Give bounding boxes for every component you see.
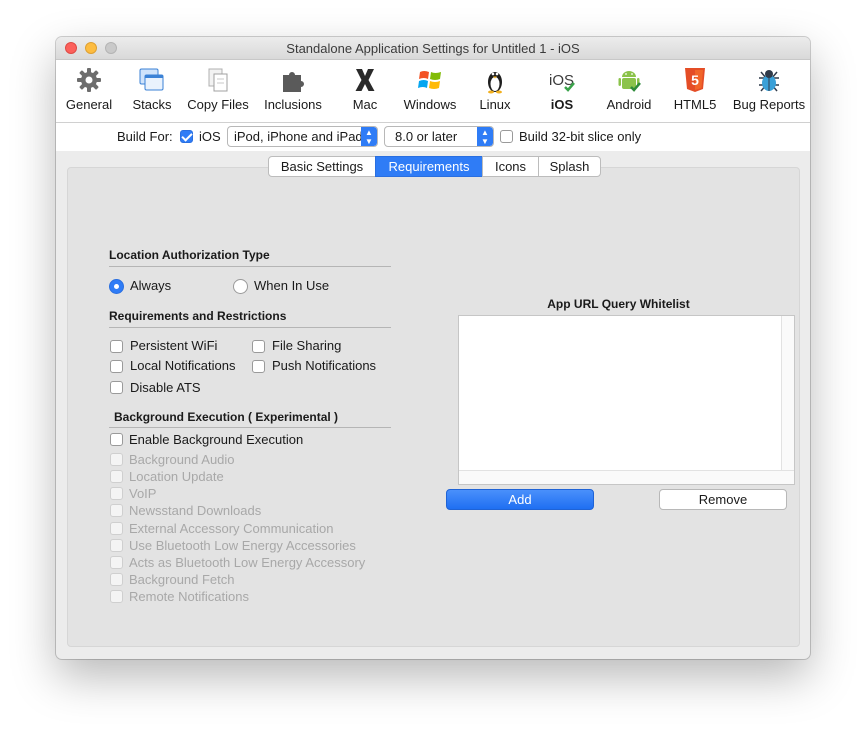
file-sharing-checkbox[interactable] xyxy=(252,340,265,353)
external-accessory-checkbox[interactable] xyxy=(110,522,123,535)
background-separator xyxy=(109,427,391,428)
background-audio-label: Background Audio xyxy=(129,452,235,467)
voip-checkbox[interactable] xyxy=(110,487,123,500)
ios-checkbox-label: iOS xyxy=(199,129,221,144)
version-popup-value: 8.0 or later xyxy=(395,129,458,144)
android-icon xyxy=(618,71,641,92)
location-update-label: Location Update xyxy=(129,469,224,484)
enable-background-label: Enable Background Execution xyxy=(129,432,304,447)
toolbar-ios[interactable]: iOS iOS xyxy=(536,60,588,122)
tab-requirements[interactable]: Requirements xyxy=(375,156,483,177)
persistent-wifi-label: Persistent WiFi xyxy=(130,338,218,353)
disable-ats-checkbox[interactable] xyxy=(110,381,123,394)
remote-notifications-label: Remote Notifications xyxy=(129,589,249,604)
background-fetch-checkbox[interactable] xyxy=(110,573,123,586)
windows-icon xyxy=(418,71,441,89)
add-button[interactable]: Add xyxy=(446,489,594,510)
title-bar: Standalone Application Settings for Unti… xyxy=(56,37,810,60)
always-radio[interactable] xyxy=(109,279,124,294)
toolbar-windows[interactable]: Windows xyxy=(398,60,462,122)
svg-text:5: 5 xyxy=(691,72,699,88)
ios-icon: iOS xyxy=(549,72,575,92)
persistent-wifi-checkbox[interactable] xyxy=(110,340,123,353)
window-title: Standalone Application Settings for Unti… xyxy=(286,41,580,56)
ble-accessories-label: Use Bluetooth Low Energy Accessories xyxy=(129,538,356,553)
settings-window: Standalone Application Settings for Unti… xyxy=(56,37,810,659)
when-in-use-radio[interactable] xyxy=(233,279,248,294)
whitelist-listbox[interactable] xyxy=(458,315,795,485)
toolbar-android[interactable]: Android xyxy=(600,60,658,122)
version-popup[interactable]: 8.0 or later ▲ ▼ xyxy=(384,126,494,147)
local-notifications-checkbox[interactable] xyxy=(110,360,123,373)
build-32bit-label: Build 32-bit slice only xyxy=(519,129,642,144)
device-popup-value: iPod, iPhone and iPad xyxy=(234,129,363,144)
whitelist-title: App URL Query Whitelist xyxy=(547,297,690,311)
ble-accessory-role-label: Acts as Bluetooth Low Energy Accessory xyxy=(129,555,366,570)
popup-arrows-icon: ▲ ▼ xyxy=(477,127,493,146)
location-section-title: Location Authorization Type xyxy=(109,248,270,262)
toolbar-general[interactable]: General xyxy=(61,60,117,122)
ble-accessory-role-checkbox[interactable] xyxy=(110,556,123,569)
background-section-title: Background Execution ( Experimental ) xyxy=(114,410,339,424)
requirements-panel: Location Authorization Type Always When … xyxy=(67,167,800,647)
mac-x-icon xyxy=(355,69,375,91)
external-accessory-label: External Accessory Communication xyxy=(129,521,334,536)
whitelist-vertical-scrollbar[interactable] xyxy=(781,316,794,471)
whitelist-horizontal-scrollbar[interactable] xyxy=(459,470,794,484)
device-popup[interactable]: iPod, iPhone and iPad ▲ ▼ xyxy=(227,126,378,147)
toolbar-copy-files[interactable]: Copy Files xyxy=(184,60,252,122)
remove-button[interactable]: Remove xyxy=(659,489,787,510)
location-update-checkbox[interactable] xyxy=(110,470,123,483)
newsstand-downloads-label: Newsstand Downloads xyxy=(129,503,262,518)
linux-penguin-icon xyxy=(488,72,502,94)
ble-accessories-checkbox[interactable] xyxy=(110,539,123,552)
toolbar-linux[interactable]: Linux xyxy=(470,60,520,122)
location-separator xyxy=(109,266,391,267)
gear-icon xyxy=(77,68,101,92)
always-label: Always xyxy=(130,278,172,293)
toolbar-stacks[interactable]: Stacks xyxy=(124,60,180,122)
background-audio-checkbox[interactable] xyxy=(110,453,123,466)
toolbar-bug-reports[interactable]: Bug Reports xyxy=(728,60,810,122)
push-notifications-checkbox[interactable] xyxy=(252,360,265,373)
voip-label: VoIP xyxy=(129,486,157,501)
newsstand-downloads-checkbox[interactable] xyxy=(110,504,123,517)
file-sharing-label: File Sharing xyxy=(272,338,342,353)
when-in-use-label: When In Use xyxy=(254,278,330,293)
toolbar-html5[interactable]: 5 HTML5 xyxy=(668,60,722,122)
push-notifications-label: Push Notifications xyxy=(272,358,377,373)
platform-toolbar: General Stacks Copy Files Inclusions Mac… xyxy=(56,60,810,123)
build-for-label: Build For: xyxy=(117,129,173,144)
bug-icon xyxy=(759,70,779,92)
requirements-section-title: Requirements and Restrictions xyxy=(109,309,287,323)
disable-ats-label: Disable ATS xyxy=(130,380,201,395)
ios-checkbox[interactable] xyxy=(180,130,193,143)
background-fetch-label: Background Fetch xyxy=(129,572,235,587)
remote-notifications-checkbox[interactable] xyxy=(110,590,123,603)
build-for-row: Build For: iOS iPod, iPhone and iPad ▲ ▼ … xyxy=(56,123,810,151)
requirements-separator xyxy=(109,327,391,328)
stacks-icon xyxy=(139,68,164,91)
copy-files-icon xyxy=(208,68,228,92)
tab-icons[interactable]: Icons xyxy=(482,156,539,177)
puzzle-icon xyxy=(283,72,304,92)
enable-background-checkbox[interactable] xyxy=(110,433,123,446)
local-notifications-label: Local Notifications xyxy=(130,358,236,373)
popup-arrows-icon: ▲ ▼ xyxy=(361,127,377,146)
tab-splash[interactable]: Splash xyxy=(538,156,601,177)
html5-icon: 5 xyxy=(685,68,705,92)
tab-basic-settings[interactable]: Basic Settings xyxy=(268,156,376,177)
build-32bit-checkbox[interactable] xyxy=(500,130,513,143)
toolbar-inclusions[interactable]: Inclusions xyxy=(258,60,328,122)
toolbar-mac[interactable]: Mac xyxy=(340,60,390,122)
